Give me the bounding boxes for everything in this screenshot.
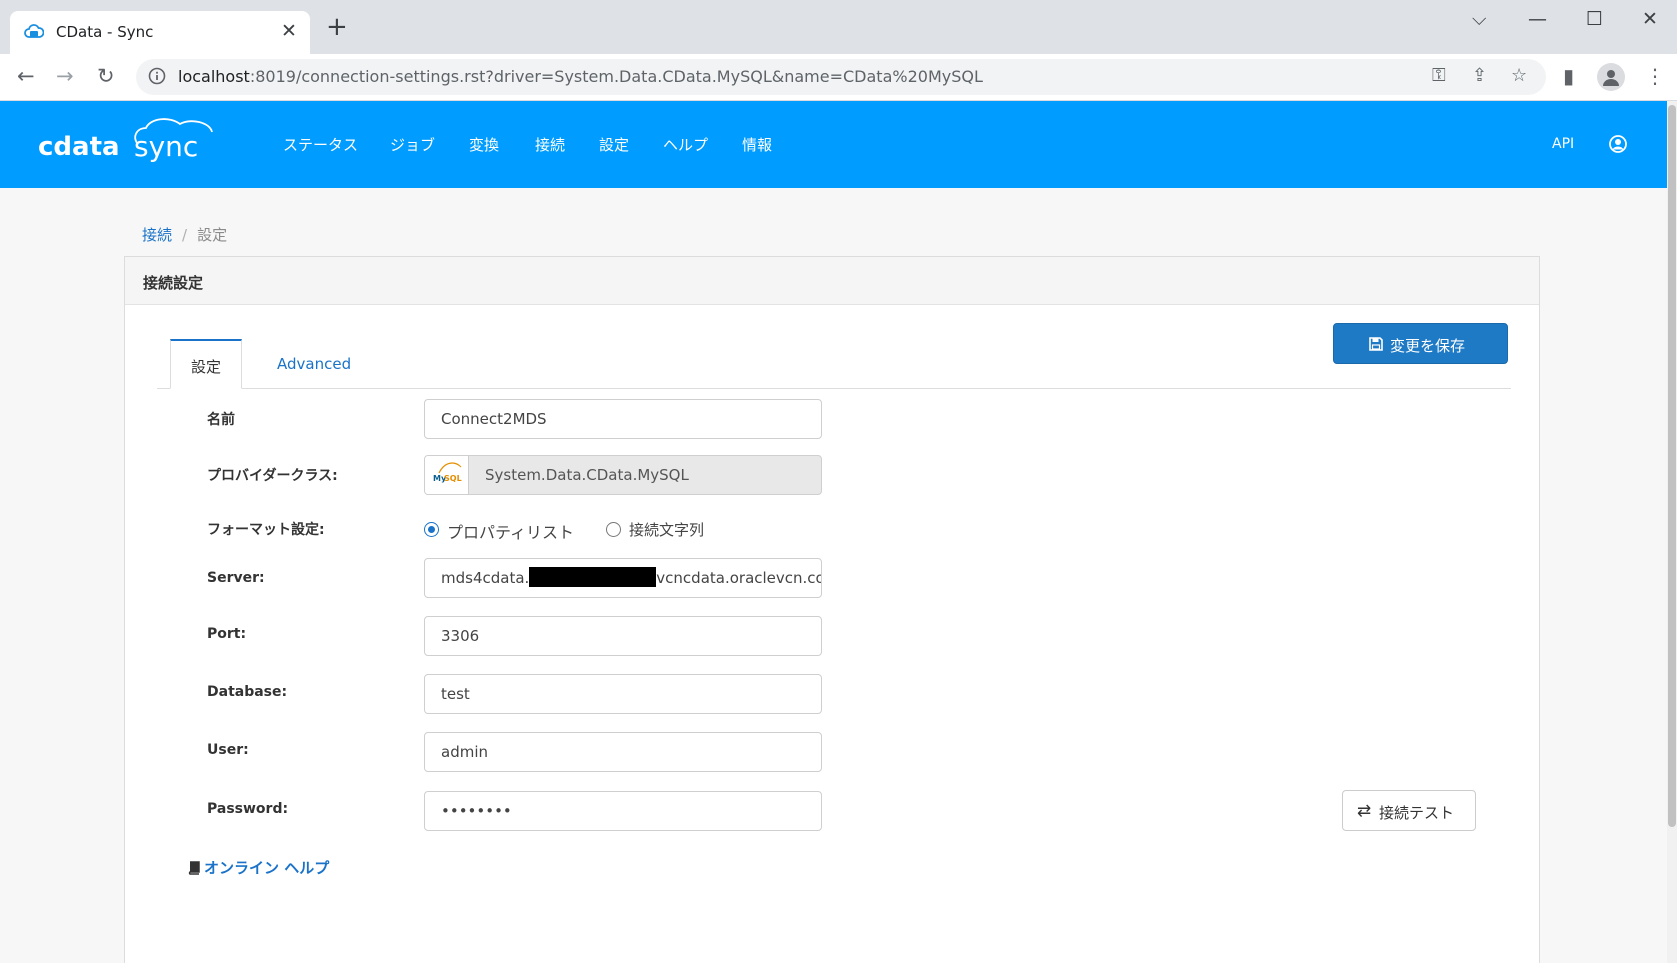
card-header: 接続設定 — [125, 257, 1539, 305]
logo-cdata-text: cdata — [38, 132, 120, 162]
url-path: :8019/connection-settings.rst?driver=Sys… — [249, 67, 983, 86]
api-link[interactable]: API — [1552, 136, 1574, 152]
tab-settings-label: 設定 — [190, 358, 221, 376]
breadcrumb-separator: / — [182, 226, 188, 244]
info-icon[interactable] — [148, 67, 166, 85]
floppy-disk-icon — [1369, 337, 1383, 351]
provider-class-label: プロバイダークラス: — [207, 468, 338, 484]
reload-icon[interactable]: ↻ — [97, 63, 115, 89]
provider-class-value: System.Data.CData.MySQL — [485, 466, 689, 484]
password-input[interactable]: •••••••• — [424, 791, 822, 831]
nav-connections[interactable]: 接続 — [535, 134, 565, 155]
nav-info[interactable]: 情報 — [742, 134, 772, 155]
page-scrollbar[interactable] — [1667, 101, 1677, 963]
swap-arrows-icon: ⇄ — [1357, 801, 1372, 820]
user-label: User: — [207, 742, 249, 758]
url-host: localhost — [178, 67, 250, 86]
radio-property-list-label[interactable]: プロパティリスト — [447, 519, 574, 543]
online-help-link[interactable]: オンライン ヘルプ — [188, 857, 329, 878]
nav-status[interactable]: ステータス — [283, 134, 358, 155]
tab-advanced[interactable]: Advanced — [277, 355, 351, 373]
share-icon[interactable]: ⇪ — [1472, 65, 1487, 86]
cloud-sync-icon — [24, 24, 44, 38]
nav-jobs[interactable]: ジョブ — [390, 134, 435, 155]
server-label: Server: — [207, 570, 265, 586]
card-title: 接続設定 — [143, 274, 204, 292]
connection-settings-card: 接続設定 設定 Advanced 変更を保存 名前 Connect2MDS プロ… — [124, 256, 1540, 963]
server-value-suffix: vcncdata.oraclevcn.com — [656, 569, 822, 587]
nav-help[interactable]: ヘルプ — [663, 134, 708, 155]
radio-property-list[interactable] — [424, 522, 439, 537]
server-input[interactable]: mds4cdata. vcncdata.oraclevcn.com — [424, 558, 822, 598]
close-tab-icon[interactable]: ✕ — [281, 20, 297, 42]
browser-toolbar: ← → ↻ localhost:8019/connection-settings… — [0, 54, 1677, 101]
database-input[interactable]: test — [424, 674, 822, 714]
mysql-logo-icon: My SQL — [425, 456, 469, 494]
tab-settings[interactable]: 設定 — [170, 339, 242, 389]
maximize-icon[interactable]: ☐ — [1586, 8, 1603, 30]
browser-tabstrip: CData - Sync ✕ + ⌵ — ☐ ✕ — [0, 0, 1677, 54]
address-bar[interactable]: localhost:8019/connection-settings.rst?d… — [136, 59, 1546, 95]
back-icon[interactable]: ← — [17, 63, 35, 89]
redacted-block — [529, 567, 657, 587]
save-changes-button[interactable]: 変更を保存 — [1333, 323, 1508, 364]
browser-menu-icon[interactable]: ⋮ — [1645, 64, 1665, 88]
port-input[interactable]: 3306 — [424, 616, 822, 656]
minimize-icon[interactable]: — — [1528, 8, 1547, 30]
forward-icon[interactable]: → — [56, 63, 74, 89]
port-label: Port: — [207, 626, 247, 642]
nav-transform[interactable]: 変換 — [469, 134, 499, 155]
online-help-label: オンライン ヘルプ — [204, 859, 330, 877]
name-label: 名前 — [207, 412, 235, 428]
tab-search-icon[interactable]: ⌵ — [1472, 8, 1486, 30]
test-connection-label: 接続テスト — [1379, 805, 1455, 822]
browser-tab-title: CData - Sync — [56, 23, 154, 41]
test-connection-button[interactable]: ⇄ 接続テスト — [1342, 790, 1476, 831]
radio-connection-string[interactable] — [606, 522, 621, 537]
mysql-logo-sql: SQL — [444, 474, 462, 483]
new-tab-icon[interactable]: + — [326, 14, 348, 40]
server-value-prefix: mds4cdata. — [441, 569, 530, 587]
provider-class-field: My SQL System.Data.CData.MySQL — [424, 455, 822, 495]
radio-connection-string-label[interactable]: 接続文字列 — [629, 519, 704, 540]
logo-sync-text: sync — [134, 130, 199, 163]
app-header: cdata sync ステータス ジョブ 変換 接続 設定 ヘルプ 情報 API — [0, 101, 1667, 188]
url-text[interactable]: localhost:8019/connection-settings.rst?d… — [178, 67, 983, 86]
cdata-sync-logo[interactable]: cdata sync — [38, 116, 213, 170]
tabs-divider — [157, 388, 1511, 389]
breadcrumb: 接続 / 設定 — [142, 224, 227, 245]
book-icon — [188, 861, 200, 875]
bookmark-star-icon[interactable]: ☆ — [1511, 65, 1527, 86]
profile-avatar-icon[interactable] — [1597, 63, 1625, 91]
save-changes-label: 変更を保存 — [1390, 338, 1466, 355]
user-account-icon[interactable] — [1609, 135, 1627, 153]
breadcrumb-connections-link[interactable]: 接続 — [142, 226, 172, 244]
database-label: Database: — [207, 684, 288, 700]
name-input[interactable]: Connect2MDS — [424, 399, 822, 439]
user-input[interactable]: admin — [424, 732, 822, 772]
password-key-icon[interactable]: ⚿ — [1432, 65, 1446, 86]
breadcrumb-current: 設定 — [197, 226, 228, 244]
side-panel-icon[interactable]: ▮ — [1563, 64, 1574, 88]
scrollbar-thumb[interactable] — [1668, 105, 1676, 827]
window-close-icon[interactable]: ✕ — [1642, 8, 1658, 30]
password-label: Password: — [207, 801, 289, 817]
nav-settings[interactable]: 設定 — [599, 134, 629, 155]
browser-tab[interactable]: CData - Sync ✕ — [10, 11, 310, 54]
format-label: フォーマット設定: — [207, 522, 325, 538]
